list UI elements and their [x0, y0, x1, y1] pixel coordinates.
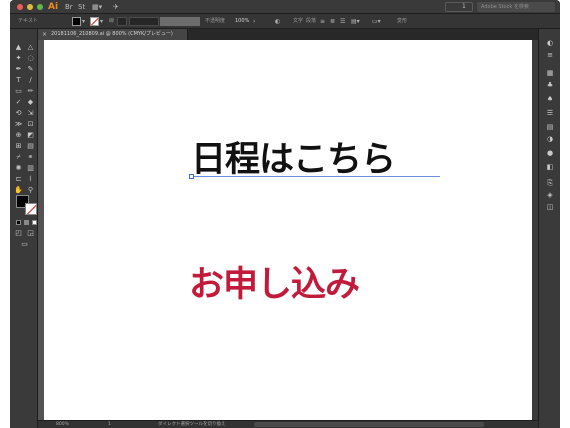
gpu-icon[interactable]: ✈ — [113, 2, 119, 12]
stroke-weight-input[interactable] — [129, 17, 159, 26]
shaper-tool-icon[interactable]: ✓ — [13, 97, 24, 107]
arrange-documents-icon[interactable]: ▦▾ — [92, 2, 102, 12]
text-anchor-point[interactable] — [189, 174, 194, 179]
minimize-window-button[interactable] — [27, 4, 33, 10]
symbol-sprayer-tool-icon[interactable]: ✺ — [13, 163, 24, 173]
color-mode-icon[interactable] — [16, 220, 21, 225]
mesh-tool-icon[interactable]: ⊞ — [13, 141, 24, 151]
draw-normal-icon[interactable]: ◰ — [13, 228, 24, 238]
text-baseline — [190, 176, 440, 177]
align-panel-icon[interactable]: ▤▾ — [351, 17, 360, 26]
align-center-icon[interactable]: ≣ — [330, 17, 335, 26]
export-panel-icon[interactable]: ⎘ — [544, 179, 556, 188]
stroke-swatch[interactable] — [90, 17, 99, 26]
pen-tool-icon[interactable]: ✒ — [13, 64, 24, 74]
color-panel-icon[interactable]: ◐ — [544, 39, 556, 48]
stock-search-input[interactable]: Adobe Stock を検索 — [477, 2, 555, 12]
scale-tool-icon[interactable]: ⇲ — [25, 108, 36, 118]
opacity-label: 不透明度 — [205, 18, 226, 24]
fill-swatch[interactable] — [72, 17, 81, 26]
title-bar: Ai Br St ▦▾ ✈ 1 Adobe Stock を検索 — [10, 0, 560, 14]
align-right-icon[interactable]: ☰ — [340, 17, 345, 26]
symbols-panel-icon[interactable]: ♣ — [544, 81, 556, 90]
headline-text[interactable]: 日程はこちら — [191, 140, 396, 180]
lasso-tool-icon[interactable]: ◌ — [25, 53, 36, 63]
page-number[interactable]: 1 — [108, 421, 111, 428]
stroke-dropdown-icon[interactable]: ▾ — [100, 17, 103, 26]
document-title: 20181106_210809.ai @ 800% (CMYK/プレビュー) — [51, 31, 173, 37]
curvature-tool-icon[interactable]: ✎ — [25, 64, 36, 74]
zoom-window-button[interactable] — [37, 4, 43, 10]
paintbrush-tool-icon[interactable]: ✏ — [25, 86, 36, 96]
bridge-icon[interactable]: Br — [65, 2, 73, 12]
magic-wand-tool-icon[interactable]: ✦ — [13, 53, 24, 63]
eraser-tool-icon[interactable]: ◆ — [25, 97, 36, 107]
selection-tool-icon[interactable]: ▲ — [13, 42, 24, 52]
signup-text[interactable]: お申し込み — [189, 265, 360, 305]
rectangle-tool-icon[interactable]: ▭ — [13, 86, 24, 96]
gradient-panel-icon[interactable]: ▤ — [544, 123, 556, 132]
status-bar: 800% 1 ダイレクト選択ツールを切り換え — [38, 420, 538, 428]
hand-tool-icon[interactable]: ✋ — [13, 185, 24, 195]
opacity-dropdown-icon[interactable]: › — [253, 17, 255, 26]
artboards-panel-icon[interactable]: ◫ — [544, 203, 556, 212]
layers-panel-icon[interactable]: ◈ — [544, 191, 556, 200]
stroke-panel-icon[interactable]: ☰ — [544, 109, 556, 118]
zoom-tool-icon[interactable]: ⚲ — [25, 185, 36, 195]
tool-hint: ダイレクト選択ツールを切り換え — [158, 422, 226, 427]
illustrator-window: Ai Br St ▦▾ ✈ 1 Adobe Stock を検索 テキスト ▾ ▾… — [10, 0, 560, 428]
close-icon[interactable]: × — [42, 30, 47, 39]
graphic-styles-icon[interactable]: ◧ — [544, 163, 556, 172]
stroke-weight-stepper[interactable] — [117, 17, 127, 26]
opacity-value[interactable]: 100% — [235, 17, 249, 26]
artboard[interactable]: 日程はこちら お申し込み — [44, 40, 532, 420]
artboard-tool-icon[interactable]: ⊏ — [13, 174, 24, 184]
direct-selection-tool-icon[interactable]: △ — [25, 42, 36, 52]
workspace-switcher[interactable] — [445, 2, 473, 12]
line-tool-icon[interactable]: / — [25, 75, 36, 85]
swatches-panel-icon[interactable]: ▦ — [544, 69, 556, 78]
transform-label[interactable]: 変形 — [397, 17, 407, 26]
type-tool-icon[interactable]: T — [13, 75, 24, 85]
control-bar: テキスト ▾ ▾ 線 不透明度 100% › ◐ 文字 段落 ≡ ≣ ☰ ▤▾ … — [10, 14, 560, 29]
appearance-panel-icon[interactable]: ● — [544, 149, 556, 158]
document-tab-bar: × 20181106_210809.ai @ 800% (CMYK/プレビュー) — [38, 29, 538, 40]
tools-panel: ▲ △ ✦ ◌ ✒ ✎ T / ▭ ✏ ✓ ◆ ⟲ ⇲ ≫ ⊡ ⊕ ◩ ⊞ ▤ … — [10, 29, 38, 428]
close-window-button[interactable] — [17, 4, 23, 10]
stock-icon[interactable]: St — [78, 2, 85, 12]
zoom-level[interactable]: 800% — [56, 421, 69, 428]
app-logo: Ai — [48, 2, 59, 12]
free-transform-tool-icon[interactable]: ⊡ — [25, 119, 36, 129]
rotate-tool-icon[interactable]: ⟲ — [13, 108, 24, 118]
width-tool-icon[interactable]: ≫ — [13, 119, 24, 129]
align-left-icon[interactable]: ≡ — [320, 17, 325, 26]
workspace-value: 1 — [462, 3, 466, 10]
stroke-label: 線 — [109, 18, 115, 24]
gradient-mode-icon[interactable] — [24, 220, 29, 225]
transparency-panel-icon[interactable]: ◑ — [544, 135, 556, 144]
variable-width-profile[interactable] — [160, 17, 200, 26]
right-panel-dock: ◐ ≡ ▦ ♣ ♠ ☰ ▤ ◑ ● ◧ ⎘ ◈ ◫ — [538, 29, 560, 428]
shape-builder-tool-icon[interactable]: ⊕ — [13, 130, 24, 140]
selection-type-label: テキスト — [18, 18, 38, 24]
blend-tool-icon[interactable]: ⚭ — [25, 152, 36, 162]
fill-dropdown-icon[interactable]: ▾ — [82, 17, 85, 26]
draw-behind-icon[interactable]: ◲ — [25, 228, 36, 238]
slice-tool-icon[interactable]: ⌇ — [25, 174, 36, 184]
recolor-icon[interactable]: ◐ — [275, 17, 280, 26]
eyedropper-tool-icon[interactable]: ⌿ — [13, 152, 24, 162]
stroke-color-swatch[interactable] — [25, 203, 37, 215]
paragraph-label[interactable]: 段落 — [306, 17, 316, 26]
perspective-grid-tool-icon[interactable]: ◩ — [25, 130, 36, 140]
color-guide-icon[interactable]: ≡ — [544, 51, 556, 60]
gradient-tool-icon[interactable]: ▤ — [25, 141, 36, 151]
graph-tool-icon[interactable]: ▥ — [25, 163, 36, 173]
screen-mode-icon[interactable]: ▭ — [19, 239, 30, 249]
artboard-icon[interactable]: ▭▾ — [372, 17, 381, 26]
document-tab[interactable]: × 20181106_210809.ai @ 800% (CMYK/プレビュー) — [38, 29, 188, 40]
brushes-panel-icon[interactable]: ♠ — [544, 95, 556, 104]
horizontal-scrollbar[interactable] — [254, 422, 484, 427]
character-label[interactable]: 文字 — [293, 17, 303, 26]
none-mode-icon[interactable] — [32, 220, 37, 225]
